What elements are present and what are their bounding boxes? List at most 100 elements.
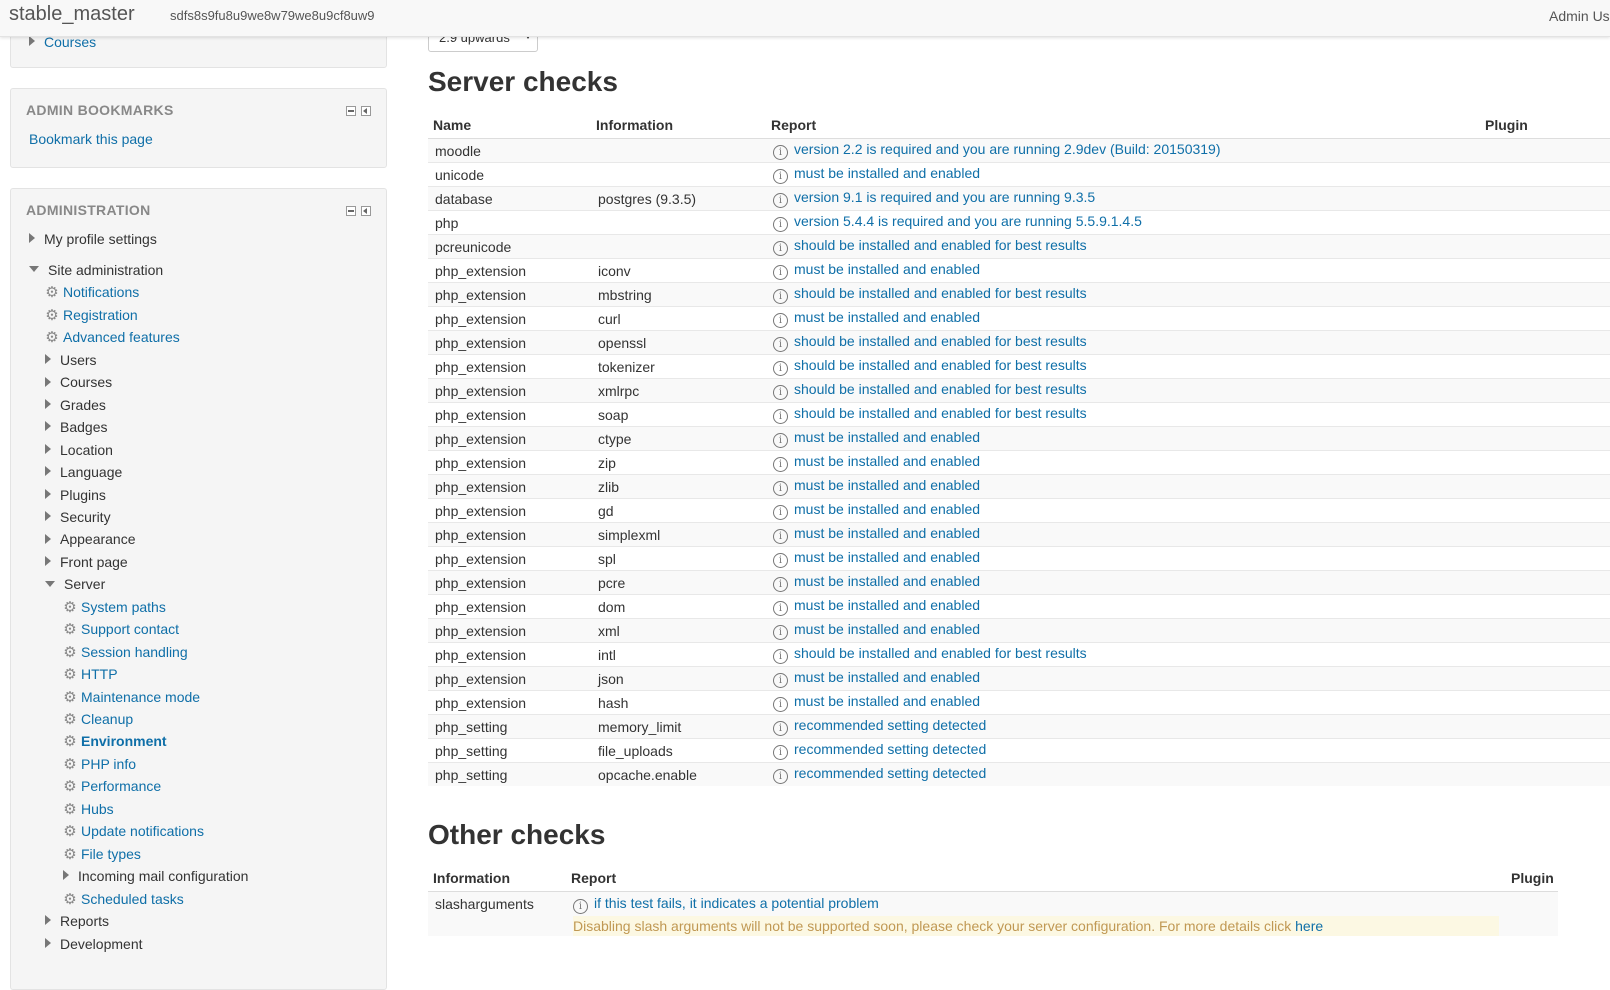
sidebar-item-hubs[interactable]: ⚙ Hubs bbox=[63, 798, 114, 820]
sidebar-item-cleanup[interactable]: ⚙ Cleanup bbox=[63, 708, 133, 730]
hide-block-icon[interactable] bbox=[346, 206, 356, 216]
sidebar-item-php-info[interactable]: ⚙ PHP info bbox=[63, 753, 136, 775]
sidebar-item-registration[interactable]: ⚙ Registration bbox=[45, 304, 137, 326]
sidebar-item-maintenance-mode[interactable]: ⚙ Maintenance mode bbox=[63, 686, 200, 708]
check-name-cell: php_extension bbox=[428, 594, 591, 619]
table-row: php_extension hash i must be installed and … bbox=[428, 690, 1610, 715]
report-link[interactable]: version 5.4.4 is required and you are ru… bbox=[794, 213, 1142, 229]
plugin-cell bbox=[1480, 186, 1610, 211]
sidebar-item-security[interactable]: Security bbox=[45, 506, 111, 528]
site-administration-item[interactable]: Site administration bbox=[29, 259, 163, 281]
report-link[interactable]: must be installed and enabled bbox=[794, 693, 980, 709]
check-report-cell: i must be installed and enabled bbox=[766, 594, 1480, 619]
sidebar-item-label: Grades bbox=[60, 396, 106, 413]
user-menu[interactable]: Admin Us bbox=[1549, 8, 1610, 24]
report-link[interactable]: must be installed and enabled bbox=[794, 669, 980, 685]
report-link[interactable]: recommended setting detected bbox=[794, 741, 986, 757]
sidebar-item-grades[interactable]: Grades bbox=[45, 394, 106, 416]
sidebar-item-label: PHP info bbox=[81, 755, 136, 772]
sidebar-item-label: Hubs bbox=[81, 800, 114, 817]
info-icon: i bbox=[773, 313, 788, 328]
report-link[interactable]: should be installed and enabled for best… bbox=[794, 285, 1087, 301]
sidebar-item-performance[interactable]: ⚙ Performance bbox=[63, 775, 161, 797]
sidebar-item-location[interactable]: Location bbox=[45, 439, 113, 461]
gear-icon: ⚙ bbox=[63, 778, 77, 796]
sidebar-item-incoming-mail-configuration[interactable]: Incoming mail configuration bbox=[63, 865, 248, 887]
sidebar-item-users[interactable]: Users bbox=[45, 349, 97, 371]
report-link[interactable]: should be installed and enabled for best… bbox=[794, 333, 1087, 349]
sidebar-item-session-handling[interactable]: ⚙ Session handling bbox=[63, 641, 188, 663]
check-report-cell: i recommended setting detected bbox=[766, 738, 1480, 763]
sidebar-item-notifications[interactable]: ⚙ Notifications bbox=[45, 281, 139, 303]
check-name-cell: php_extension bbox=[428, 474, 591, 499]
report-link[interactable]: must be installed and enabled bbox=[794, 309, 980, 325]
report-link[interactable]: recommended setting detected bbox=[794, 717, 986, 733]
plugin-cell bbox=[1480, 618, 1610, 643]
check-info-cell: file_uploads bbox=[591, 738, 766, 763]
report-link[interactable]: must be installed and enabled bbox=[794, 501, 980, 517]
report-link[interactable]: must be installed and enabled bbox=[794, 477, 980, 493]
check-info-cell bbox=[591, 162, 766, 187]
sidebar-item-label: Session handling bbox=[81, 643, 188, 660]
sidebar-item-label: Maintenance mode bbox=[81, 688, 201, 705]
sidebar-item-http[interactable]: ⚙ HTTP bbox=[63, 663, 118, 685]
dock-block-icon[interactable] bbox=[361, 206, 371, 216]
sidebar-item-server[interactable]: Server bbox=[45, 573, 105, 595]
report-link[interactable]: must be installed and enabled bbox=[794, 597, 980, 613]
column-header-report: Report bbox=[566, 865, 1506, 892]
report-link[interactable]: must be installed and enabled bbox=[794, 573, 980, 589]
sidebar-item-appearance[interactable]: Appearance bbox=[45, 528, 136, 550]
bookmark-this-page-link[interactable]: Bookmark this page bbox=[29, 131, 153, 147]
report-link[interactable]: must be installed and enabled bbox=[794, 525, 980, 541]
sidebar-item-front-page[interactable]: Front page bbox=[45, 551, 128, 573]
sidebar-item-system-paths[interactable]: ⚙ System paths bbox=[63, 596, 166, 618]
report-link[interactable]: must be installed and enabled bbox=[794, 549, 980, 565]
report-link[interactable]: recommended setting detected bbox=[794, 765, 986, 781]
dock-block-icon[interactable] bbox=[361, 106, 371, 116]
report-link[interactable]: version 2.2 is required and you are runn… bbox=[794, 141, 1221, 157]
check-report-cell: i version 9.1 is required and you are run… bbox=[766, 186, 1480, 211]
check-report-cell: i must be installed and enabled bbox=[766, 474, 1480, 499]
plugin-cell bbox=[1480, 138, 1610, 163]
check-info-cell: intl bbox=[591, 642, 766, 667]
sidebar-item-label: Front page bbox=[60, 553, 128, 570]
gear-icon: ⚙ bbox=[63, 733, 77, 751]
my-profile-settings-item[interactable]: My profile settings bbox=[29, 228, 157, 250]
sidebar-item-label: HTTP bbox=[81, 666, 118, 683]
check-report-cell: i must be installed and enabled bbox=[766, 522, 1480, 547]
report-link[interactable]: must be installed and enabled bbox=[794, 429, 980, 445]
sidebar-item-support-contact[interactable]: ⚙ Support contact bbox=[63, 618, 179, 640]
report-link[interactable]: must be installed and enabled bbox=[794, 453, 980, 469]
report-link[interactable]: if this test fails, it indicates a poten… bbox=[594, 895, 879, 911]
check-report-cell: i recommended setting detected bbox=[766, 714, 1480, 739]
sidebar-item-scheduled-tasks[interactable]: ⚙ Scheduled tasks bbox=[63, 888, 183, 910]
sidebar-item-courses[interactable]: Courses bbox=[45, 371, 112, 393]
report-link[interactable]: must be installed and enabled bbox=[794, 165, 980, 181]
here-link[interactable]: here bbox=[1295, 918, 1323, 934]
sidebar-item-language[interactable]: Language bbox=[45, 461, 122, 483]
report-link[interactable]: should be installed and enabled for best… bbox=[794, 381, 1087, 397]
sidebar-item-plugins[interactable]: Plugins bbox=[45, 484, 106, 506]
check-info-cell: slasharguments bbox=[428, 891, 566, 936]
report-link[interactable]: version 9.1 is required and you are runn… bbox=[794, 189, 1095, 205]
sidebar-item-environment[interactable]: ⚙ Environment bbox=[63, 730, 166, 752]
sidebar-item-badges[interactable]: Badges bbox=[45, 416, 107, 438]
report-link[interactable]: must be installed and enabled bbox=[794, 621, 980, 637]
report-link[interactable]: should be installed and enabled for best… bbox=[794, 357, 1087, 373]
info-icon: i bbox=[773, 769, 788, 784]
check-info-cell: spl bbox=[591, 546, 766, 571]
check-report-cell: i version 5.4.4 is required and you are r… bbox=[766, 210, 1480, 235]
sidebar-item-label: Security bbox=[60, 508, 111, 525]
report-link[interactable]: should be installed and enabled for best… bbox=[794, 645, 1087, 661]
report-link[interactable]: should be installed and enabled for best… bbox=[794, 237, 1087, 253]
check-info-cell: openssl bbox=[591, 330, 766, 355]
hide-block-icon[interactable] bbox=[346, 106, 356, 116]
sidebar-item-update-notifications[interactable]: ⚙ Update notifications bbox=[63, 820, 204, 842]
sidebar-item-development[interactable]: Development bbox=[45, 933, 143, 955]
report-link[interactable]: must be installed and enabled bbox=[794, 261, 980, 277]
sidebar-item-advanced-features[interactable]: ⚙ Advanced features bbox=[45, 326, 179, 348]
report-link[interactable]: should be installed and enabled for best… bbox=[794, 405, 1087, 421]
sidebar-item-reports[interactable]: Reports bbox=[45, 910, 109, 932]
site-name-link[interactable]: stable_master bbox=[9, 3, 135, 26]
sidebar-item-file-types[interactable]: ⚙ File types bbox=[63, 843, 141, 865]
